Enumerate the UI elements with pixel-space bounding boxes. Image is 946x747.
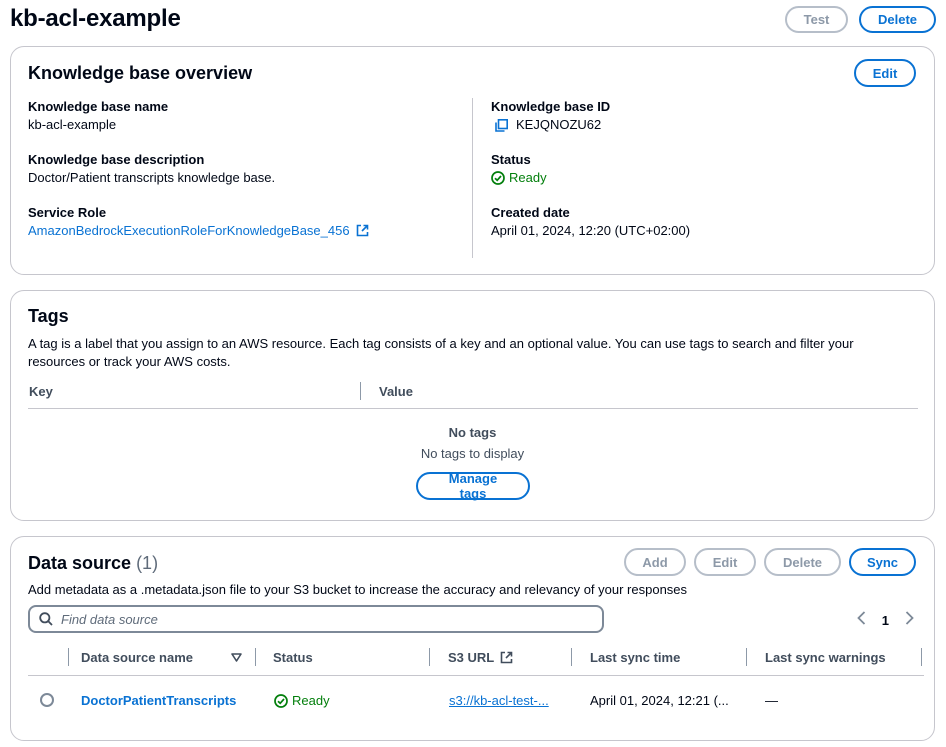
service-role-field: Service Role AmazonBedrockExecutionRoleF… [28,204,369,242]
overview-divider [472,98,473,258]
col-status[interactable]: Status [273,650,313,665]
service-role-text: AmazonBedrockExecutionRoleForKnowledgeBa… [28,223,350,238]
data-source-title-text: Data source [28,553,132,573]
data-source-actions: Add Edit Delete Sync [624,548,916,576]
kb-name-label: Knowledge base name [28,99,169,114]
last-sync-time-value: April 01, 2024, 12:21 (... [590,693,729,708]
copy-icon[interactable] [495,118,508,132]
edit-data-source-button[interactable]: Edit [694,548,756,576]
status-value: Ready [509,170,547,185]
overview-card: Knowledge base overview Edit Knowledge b… [10,46,935,275]
status-field: Status Ready [491,151,547,190]
data-source-description: Add metadata as a .metadata.json file to… [28,582,688,597]
manage-tags-button[interactable]: Manage tags [416,471,530,501]
pagination: 1 [856,611,914,630]
status-label: Status [491,152,531,167]
column-divider [571,648,572,666]
col-last-sync-warnings[interactable]: Last sync warnings [765,650,886,665]
column-divider [255,648,256,666]
page-title: kb-acl-example [10,5,181,32]
tags-table-header: Key Value [28,382,918,409]
column-divider [68,648,69,666]
delete-button[interactable]: Delete [859,6,936,33]
search-input[interactable] [61,611,561,627]
data-source-card: Data source (1) Add Edit Delete Sync Add… [10,536,935,741]
created-date-label: Created date [491,205,570,220]
sort-caret-icon[interactable] [231,653,242,662]
success-icon [491,171,505,185]
last-sync-warnings-value: — [765,693,778,708]
column-divider [921,648,922,666]
page: kb-acl-example Test Delete Knowledge bas… [0,0,946,747]
col-data-source-name[interactable]: Data source name [81,650,193,665]
tags-description: A tag is a label that you assign to an A… [28,336,854,369]
search-icon [39,612,53,626]
tags-title: Tags [28,306,69,326]
add-data-source-button[interactable]: Add [624,548,686,576]
overview-title: Knowledge base overview [28,63,253,83]
tags-col-value: Value [379,384,413,399]
test-button[interactable]: Test [785,6,848,33]
row-status: Ready [274,693,330,708]
kb-description-value: Doctor/Patient transcripts knowledge bas… [28,170,276,185]
header-actions: Test Delete [785,6,936,33]
table-row[interactable]: DoctorPatientTranscripts Ready s3://kb-a… [28,687,924,717]
data-source-name-link[interactable]: DoctorPatientTranscripts [81,693,236,708]
row-status-text: Ready [292,693,330,708]
kb-id-field: Knowledge base ID KEJQNOZU62 [491,98,610,137]
delete-data-source-button[interactable]: Delete [764,548,841,576]
data-source-title: Data source (1) [28,553,158,574]
column-divider [360,382,361,400]
col-last-sync-time[interactable]: Last sync time [590,650,680,665]
success-icon [274,693,288,708]
sync-button[interactable]: Sync [849,548,916,576]
edit-overview-button[interactable]: Edit [854,59,916,87]
s3-url-link[interactable]: s3://kb-acl-test-... [449,693,549,708]
created-date-value: April 01, 2024, 12:20 (UTC+02:00) [491,223,691,238]
kb-description-label: Knowledge base description [28,152,205,167]
col-s3-url[interactable]: S3 URL [448,650,513,665]
kb-id-label: Knowledge base ID [491,99,611,114]
kb-name-field: Knowledge base name kb-acl-example [28,98,168,134]
data-source-count: (1) [136,553,159,573]
empty-tags-text: No tags to display [420,446,525,461]
kb-description-field: Knowledge base description Doctor/Patien… [28,151,275,187]
service-role-label: Service Role [28,205,107,220]
empty-tags-title: No tags [448,425,497,440]
col-s3-url-label: S3 URL [448,650,495,665]
kb-id-value: KEJQNOZU62 [516,117,602,132]
external-link-icon [500,651,513,664]
service-role-link[interactable]: AmazonBedrockExecutionRoleForKnowledgeBa… [28,223,350,238]
col-data-source-name-label: Data source name [81,650,193,665]
created-date-field: Created date April 01, 2024, 12:20 (UTC+… [491,204,690,240]
data-source-table-header: Data source name Status S3 URL Last sync… [28,645,924,676]
kb-name-value: kb-acl-example [28,117,117,132]
column-divider [429,648,430,666]
page-number[interactable]: 1 [882,613,889,628]
search-box [28,605,604,633]
column-divider [746,648,747,666]
external-link-icon [356,224,369,242]
chevron-right-icon[interactable] [905,611,914,630]
chevron-left-icon[interactable] [856,611,866,630]
row-select-radio[interactable] [40,693,54,707]
tags-card: Tags A tag is a label that you assign to… [10,290,935,521]
tags-col-key: Key [29,384,53,399]
